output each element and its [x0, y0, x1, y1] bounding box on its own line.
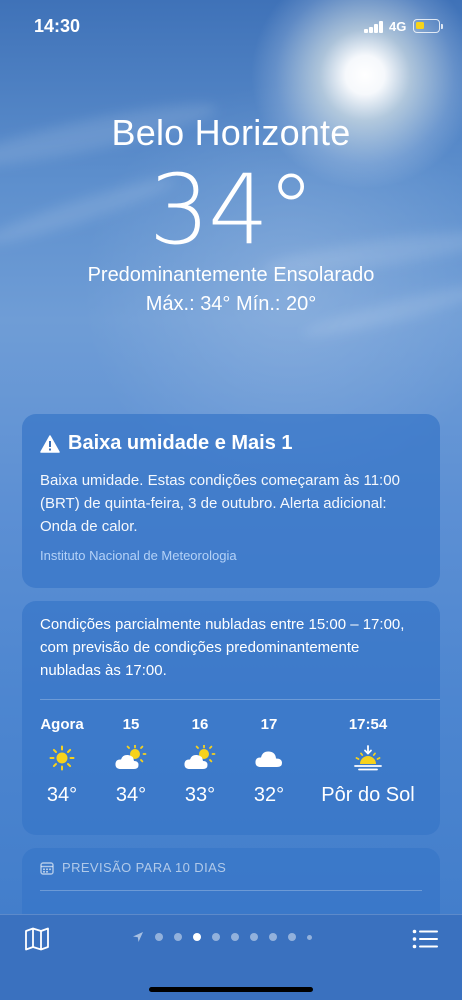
page-dot[interactable]	[269, 933, 277, 941]
high-low: Máx.: 34° Mín.: 20°	[145, 293, 317, 315]
hour-item: 15 34°	[94, 716, 168, 807]
divider	[40, 890, 422, 891]
alert-body: Baixa umidade. Estas condições começaram…	[40, 472, 400, 535]
hour-temp: 34°	[46, 784, 78, 806]
page-dot[interactable]	[288, 933, 296, 941]
bottom-toolbar	[0, 914, 462, 1000]
page-dot[interactable]	[307, 934, 312, 940]
signal-icon	[364, 21, 384, 33]
hour-item: Agora 34°	[30, 716, 94, 807]
hour-label: 16	[191, 716, 209, 733]
hour-temp: 33°	[184, 784, 216, 806]
partly-cloudy-icon	[168, 738, 232, 778]
hour-item: 17:54 Pôr do Sol	[306, 716, 430, 807]
location-arrow-icon	[133, 932, 143, 942]
hour-item: 16 33°	[168, 716, 232, 807]
city-name: Belo Horizonte	[111, 112, 351, 153]
page-dot[interactable]	[250, 933, 258, 941]
page-dot[interactable]	[212, 933, 220, 941]
map-icon[interactable]	[24, 927, 50, 951]
hour-temp: 32°	[253, 784, 285, 806]
hourly-list[interactable]: Agora 34° 15 34° 16 33° 17 32° 17:54 Pôr…	[22, 700, 440, 807]
network-type: 4G	[389, 19, 407, 34]
hour-label: 17:54	[348, 716, 388, 733]
page-dot-active[interactable]	[193, 933, 201, 941]
hour-label: 17	[260, 716, 278, 733]
current-temperature: 34°	[148, 154, 315, 266]
alert-source-link[interactable]: Instituto Nacional de Meteorologia	[40, 548, 422, 563]
hourly-summary: Condições parcialmente nubladas entre 15…	[40, 616, 405, 679]
alert-title: Baixa umidade e Mais 1	[68, 432, 293, 454]
weather-alert-card[interactable]: Baixa umidade e Mais 1 Baixa umidade. Es…	[22, 414, 440, 588]
home-indicator	[149, 987, 313, 992]
hour-label: Agora	[40, 716, 84, 733]
page-dot[interactable]	[231, 933, 239, 941]
alert-title-row: Baixa umidade e Mais 1	[40, 432, 422, 455]
status-bar: 14:30 4G	[0, 0, 462, 54]
page-dot[interactable]	[174, 933, 182, 941]
current-weather: Belo Horizonte 34° Predominantemente Ens…	[0, 112, 462, 316]
page-dot[interactable]	[155, 933, 163, 941]
partly-cloudy-icon	[94, 738, 168, 778]
calendar-icon	[40, 861, 54, 875]
warning-triangle-icon	[40, 434, 60, 453]
hour-label: 15	[122, 716, 140, 733]
ten-day-header: PREVISÃO PARA 10 DIAS	[22, 848, 440, 875]
battery-icon	[413, 19, 440, 33]
sun-icon	[30, 738, 94, 778]
sunset-icon	[306, 738, 430, 778]
list-icon[interactable]	[412, 929, 438, 949]
hourly-forecast-card[interactable]: Condições parcialmente nubladas entre 15…	[22, 601, 440, 835]
cloud-icon	[232, 738, 306, 778]
current-condition: Predominantemente Ensolarado	[87, 264, 375, 286]
hour-temp: 34°	[115, 784, 147, 806]
page-indicator[interactable]	[132, 931, 312, 943]
status-time: 14:30	[34, 16, 81, 36]
hour-item: 17 32°	[232, 716, 306, 807]
hour-temp: Pôr do Sol	[321, 784, 415, 806]
ten-day-title: PREVISÃO PARA 10 DIAS	[62, 860, 227, 875]
